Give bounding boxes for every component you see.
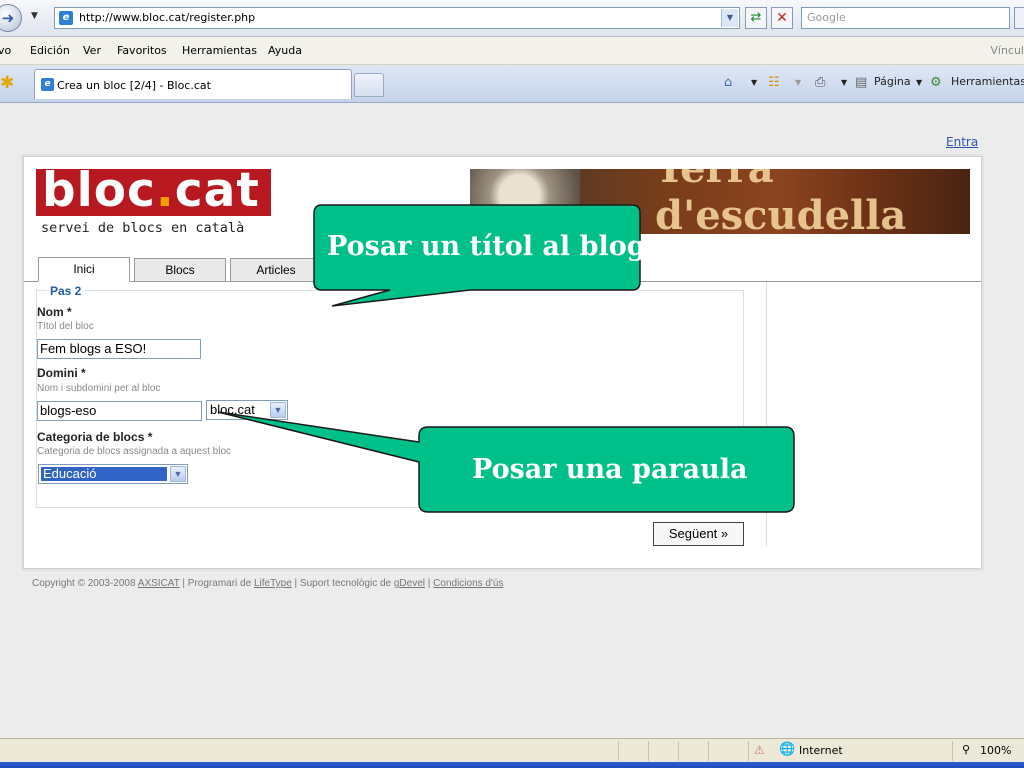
category-select-value: Educació: [41, 467, 167, 481]
address-bar: ➜ ▼ e http://www.bloc.cat/register.php ▼…: [0, 0, 1024, 37]
url-field[interactable]: e http://www.bloc.cat/register.php ▼: [54, 7, 740, 29]
nom-label: Nom *: [37, 305, 72, 319]
menu-edicion[interactable]: Edición: [30, 44, 70, 57]
status-separator: [952, 741, 953, 761]
chevron-down-icon[interactable]: ▼: [270, 402, 286, 418]
chevron-down-icon[interactable]: ▼: [170, 466, 186, 482]
new-tab-button[interactable]: [354, 73, 384, 97]
tab-bar: ✱ e Crea un bloc [2/4] - Bloc.cat ⌂ ▼ ☷ …: [0, 65, 1024, 103]
category-select[interactable]: Educació ▼: [38, 464, 188, 484]
url-text: http://www.bloc.cat/register.php: [79, 11, 256, 24]
links-toolbar-label[interactable]: Víncul: [990, 44, 1024, 57]
feeds-icon[interactable]: ☷: [768, 75, 780, 90]
page-menu[interactable]: Página: [874, 75, 911, 88]
next-button[interactable]: Següent »: [653, 522, 744, 546]
globe-icon: 🌐: [779, 742, 796, 757]
page-icon: ▤: [855, 75, 868, 90]
status-separator: [618, 741, 619, 761]
column-divider: [766, 282, 767, 547]
print-icon[interactable]: ⎙: [815, 75, 825, 90]
zoom-level[interactable]: 100%: [980, 744, 1011, 757]
tools-menu[interactable]: Herramientas: [951, 75, 1024, 88]
search-input[interactable]: Google: [801, 7, 1010, 29]
tab-active[interactable]: e Crea un bloc [2/4] - Bloc.cat: [34, 69, 352, 99]
menu-ver[interactable]: Ver: [83, 44, 101, 57]
site-footer: Copyright © 2003-2008 AXSICAT | Programa…: [32, 578, 503, 589]
logo-dot: .: [155, 163, 175, 218]
tab-articles[interactable]: Articles: [230, 258, 322, 282]
logo-tagline: servei de blocs en català: [41, 220, 245, 236]
header-banner: Terra d'escudella: [470, 169, 970, 234]
os-taskbar: [0, 762, 1024, 768]
history-dropdown-icon[interactable]: ▼: [31, 11, 38, 21]
tools-gear-icon: ⚙: [930, 75, 942, 90]
menu-archivo[interactable]: vo: [0, 44, 11, 57]
home-icon[interactable]: ⌂: [724, 75, 732, 90]
menu-ayuda[interactable]: Ayuda: [268, 44, 302, 57]
site-logo[interactable]: bloc.cat: [36, 163, 271, 218]
logo-text: bloc.cat: [42, 163, 260, 219]
menu-favoritos[interactable]: Favoritos: [117, 44, 167, 57]
logo-text-part2: cat: [174, 163, 260, 218]
subdomain-input[interactable]: blogs-eso: [37, 401, 202, 421]
menu-herramientas[interactable]: Herramientas: [182, 44, 257, 57]
status-separator: [678, 741, 679, 761]
categoria-label: Categoria de blocs *: [37, 430, 153, 444]
status-separator: [648, 741, 649, 761]
step-legend: Pas 2: [47, 284, 85, 298]
print-dropdown-icon[interactable]: ▼: [841, 78, 847, 87]
status-bar: ⚠ 🌐 Internet ⚲ 100%: [0, 738, 1024, 763]
page-dropdown-icon[interactable]: ▼: [916, 78, 922, 87]
status-separator: [708, 741, 709, 761]
back-button[interactable]: ➜: [0, 4, 22, 32]
home-dropdown-icon[interactable]: ▼: [751, 78, 757, 87]
logo-text-part1: bloc: [42, 163, 156, 218]
url-dropdown-icon[interactable]: ▼: [721, 9, 738, 27]
tab-title: Crea un bloc [2/4] - Bloc.cat: [57, 79, 211, 92]
protected-mode-icon[interactable]: ⚠: [754, 743, 765, 757]
footer-link-lifetype[interactable]: LifeType: [254, 578, 292, 589]
status-separator: [748, 741, 749, 761]
zoom-icon[interactable]: ⚲: [962, 743, 970, 756]
callout-word-text: Posar una paraula: [472, 454, 748, 485]
domain-select-value: bloc.cat: [210, 402, 255, 417]
footer-separator: | Suport tecnològic de: [291, 578, 394, 589]
tab-blocs[interactable]: Blocs: [134, 258, 226, 282]
categoria-hint: Categoria de blocs assignada a aquest bl…: [37, 446, 232, 457]
domini-label: Domini *: [37, 366, 86, 380]
feeds-dropdown-icon[interactable]: ▼: [795, 78, 801, 87]
ie-page-icon: e: [59, 11, 73, 25]
menu-bar: vo Edición Ver Favoritos Herramientas Ay…: [0, 37, 1024, 65]
tab-favicon-icon: e: [41, 78, 54, 91]
favorites-star-icon[interactable]: ✱: [0, 73, 14, 93]
footer-separator: |: [425, 578, 434, 589]
security-zone: Internet: [799, 744, 843, 757]
banner-photo: [470, 169, 580, 234]
footer-link-conditions[interactable]: Condicions d'ús: [433, 578, 503, 589]
footer-separator: | Programari de: [179, 578, 254, 589]
footer-link-gdevel[interactable]: gDevel: [394, 578, 425, 589]
register-card: bloc.cat servei de blocs en català Terra…: [23, 156, 982, 569]
search-button[interactable]: [1014, 7, 1024, 29]
callout-title-text: Posar un títol al blog: [327, 231, 646, 262]
login-link[interactable]: Entra: [946, 135, 978, 149]
domini-hint: Nom i subdomini per al bloc: [37, 383, 161, 394]
banner-title: Terra d'escudella: [655, 169, 907, 234]
nom-hint: Títol del bloc: [37, 321, 94, 332]
footer-link-axsicat[interactable]: AXSICAT: [138, 578, 180, 589]
stop-button[interactable]: ✕: [771, 7, 793, 29]
refresh-button[interactable]: ⇄: [745, 7, 767, 29]
footer-copyright: Copyright © 2003-2008: [32, 578, 138, 589]
tab-inici[interactable]: Inici: [38, 257, 130, 282]
blog-title-input[interactable]: Fem blogs a ESO!: [37, 339, 201, 359]
domain-select[interactable]: bloc.cat ▼: [206, 400, 288, 420]
